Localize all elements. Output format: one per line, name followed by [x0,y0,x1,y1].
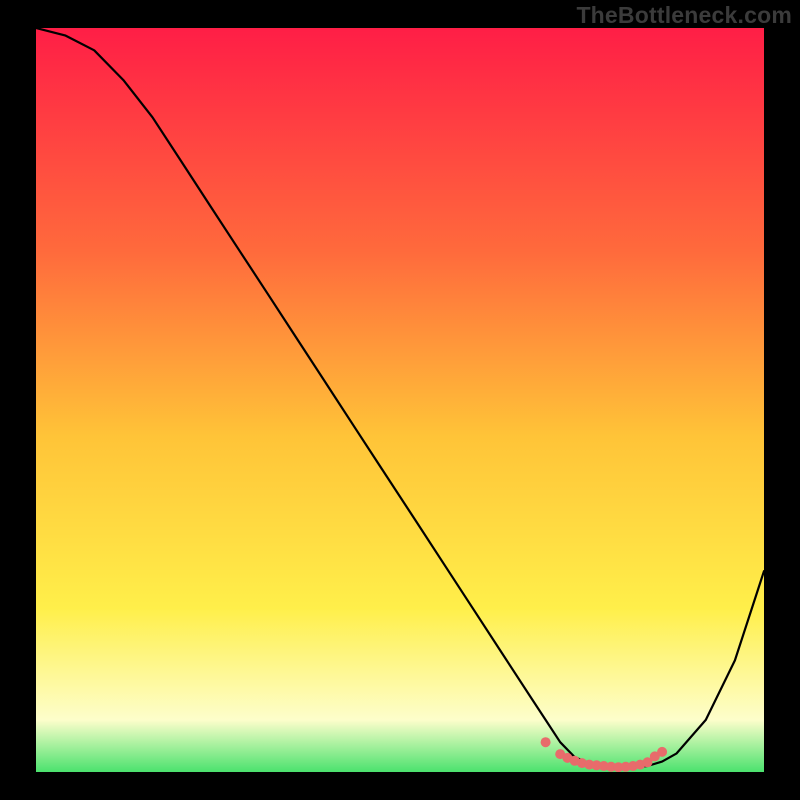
plot-area [36,28,764,772]
bottleneck-curve [36,28,764,768]
watermark-label: TheBottleneck.com [576,2,792,29]
min-marker [541,737,551,747]
chart-frame: TheBottleneck.com [0,0,800,800]
min-marker [657,747,667,757]
curve-layer [36,28,764,772]
